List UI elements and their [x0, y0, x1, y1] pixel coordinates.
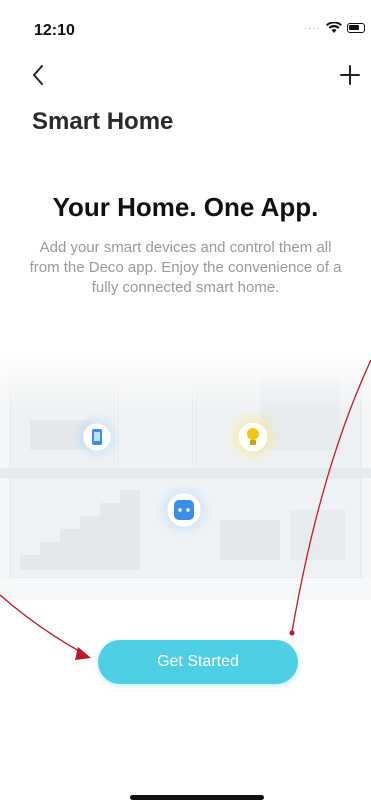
get-started-button[interactable]: Get Started	[98, 640, 298, 684]
signal-icon: ····	[303, 22, 321, 34]
home-indicator	[130, 795, 264, 800]
smart-home-illustration	[0, 350, 371, 600]
annotation-dot	[289, 630, 295, 636]
status-icons: ····	[304, 22, 365, 34]
annotation-arrowhead	[75, 647, 91, 660]
status-time: 12:10	[34, 22, 75, 39]
page-title: Smart Home	[32, 108, 174, 135]
add-button[interactable]	[337, 60, 363, 90]
status-bar: 12:10 ····	[0, 0, 371, 56]
hero-description: Add your smart devices and control them …	[29, 239, 342, 296]
chevron-left-icon	[33, 65, 43, 85]
wifi-icon	[326, 22, 342, 33]
battery-icon	[347, 23, 365, 33]
back-button[interactable]	[28, 60, 50, 90]
annotation-arrow-line	[0, 594, 89, 657]
house-illustration	[0, 350, 371, 600]
hero-title: Your Home. One App.	[52, 192, 319, 222]
plus-icon	[340, 65, 360, 85]
nav-bar	[0, 58, 371, 94]
